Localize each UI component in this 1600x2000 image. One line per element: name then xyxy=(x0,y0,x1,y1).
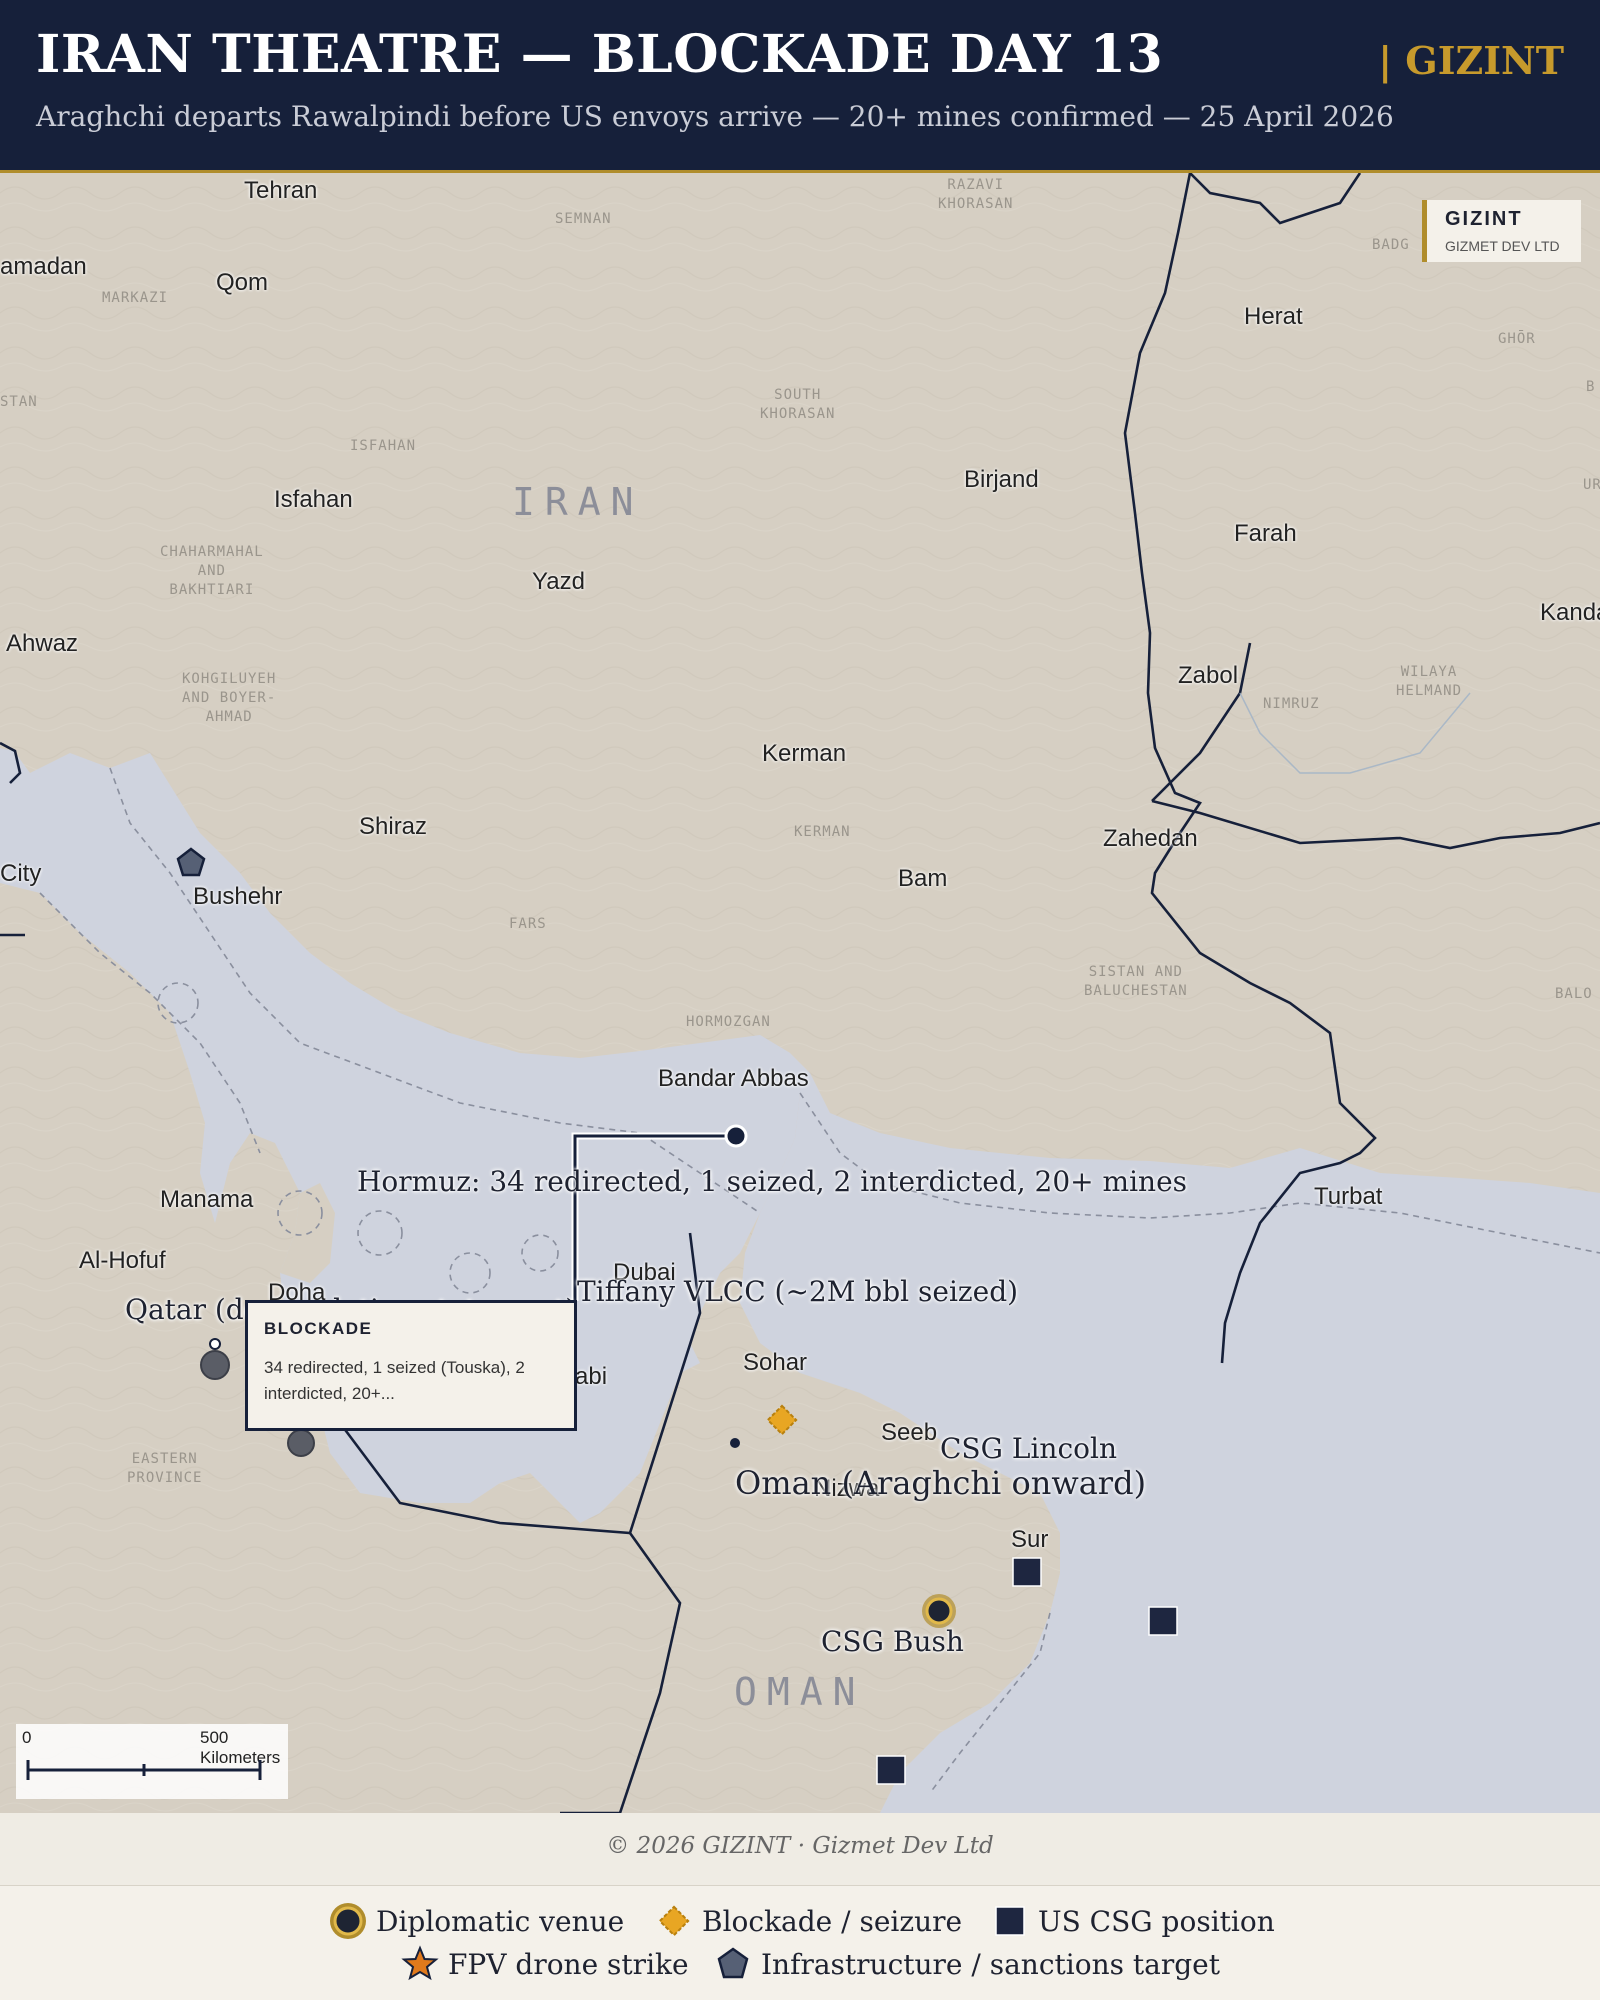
city-label: Qom xyxy=(216,269,269,296)
csg-lincoln-annotation: CSG Lincoln xyxy=(940,1432,1117,1465)
region-label: GHŌR xyxy=(1498,331,1536,347)
city-label: amadan xyxy=(0,253,87,280)
city-label: Manama xyxy=(160,1186,254,1213)
region-label: CHAHARMAHAL AND BAKHTIARI xyxy=(160,544,264,598)
city-label: Al-Hofuf xyxy=(79,1247,166,1274)
region-label: EASTERN PROVINCE xyxy=(127,1451,203,1486)
region-label: SISTAN AND BALUCHESTAN xyxy=(1084,964,1188,999)
region-label: WILAYA HELMAND xyxy=(1396,664,1463,699)
city-label: Bam xyxy=(898,865,948,892)
city-label: Shiraz xyxy=(359,813,428,840)
legend-label: FPV drone strike xyxy=(448,1947,689,1981)
legend: Diplomatic venue Blockade / seizure US C… xyxy=(0,1886,1600,2000)
legend-item-diplomatic: Diplomatic venue xyxy=(326,1901,624,1941)
popup-title: BLOCKADE xyxy=(264,1319,373,1338)
country-label-oman: OMAN xyxy=(734,1670,866,1714)
diplomatic-venue-icon xyxy=(925,1597,953,1625)
city-label: Sohar xyxy=(743,1349,808,1376)
city-label: Bushehr xyxy=(193,883,283,910)
region-label: STAN xyxy=(0,394,38,410)
city-label: Kanda xyxy=(1540,599,1600,626)
blockade-diamond-icon xyxy=(652,1901,696,1941)
blockade-popup[interactable]: BLOCKADE 34 redirected, 1 seized (Touska… xyxy=(245,1300,577,1431)
city-label: Ahwaz xyxy=(6,630,79,657)
country-label-iran: IRAN xyxy=(512,480,644,524)
csg-bush-square-icon xyxy=(876,1755,906,1785)
csg-square-icon xyxy=(1012,1557,1042,1587)
legend-label: US CSG position xyxy=(1038,1904,1275,1938)
page-subtitle: Araghchi departs Rawalpindi before US en… xyxy=(36,100,1394,133)
header-bar: IRAN THEATRE — BLOCKADE DAY 13 Araghchi … xyxy=(0,0,1600,173)
region-label: KERMAN xyxy=(794,824,851,840)
map-canvas[interactable]: RAZAVI KHORASAN SEMNAN MARKAZI BADG GHŌR … xyxy=(0,173,1600,1813)
legend-item-blockade: Blockade / seizure xyxy=(652,1901,962,1941)
map-brand-box: GIZINT GIZMET DEV LTD xyxy=(1422,200,1581,262)
popup-text: 34 redirected, 1 seized (Touska), 2 inte… xyxy=(264,1358,525,1403)
legend-item-drone: FPV drone strike xyxy=(398,1944,689,1984)
scale-bar: 0 500 Kilometers xyxy=(16,1724,288,1799)
city-label: Birjand xyxy=(964,466,1039,493)
region-label: SOUTH KHORASAN xyxy=(760,387,836,422)
city-label: Zabol xyxy=(1178,662,1239,689)
city-label: Bandar Abbas xyxy=(658,1065,809,1092)
legend-item-infrastructure: Infrastructure / sanctions target xyxy=(711,1944,1220,1984)
region-label: RAZAVI KHORASAN xyxy=(938,177,1014,212)
city-label: Isfahan xyxy=(274,486,353,513)
city-label: Tehran xyxy=(244,177,318,204)
doha-marker-icon xyxy=(287,1429,315,1457)
region-label: UR xyxy=(1583,477,1600,493)
manama-marker-icon xyxy=(200,1350,230,1380)
city-label: Yazd xyxy=(532,568,585,595)
header-brand: | GIZINT xyxy=(1378,38,1564,83)
tiffany-annotation: Tiffany VLCC (~2M bbl seized) xyxy=(577,1275,1019,1308)
city-label: Turbat xyxy=(1314,1183,1383,1210)
csg-lincoln-square-icon xyxy=(1148,1606,1178,1636)
csg-bush-annotation: CSG Bush xyxy=(821,1625,964,1658)
region-label: ISFAHAN xyxy=(350,438,417,454)
footer: © 2026 GIZINT · Gizmet Dev Ltd xyxy=(0,1813,1600,1886)
city-label: City xyxy=(0,860,42,887)
region-label: FARS xyxy=(509,916,547,932)
legend-item-csg: US CSG position xyxy=(988,1901,1275,1941)
diplomatic-venue-icon xyxy=(326,1901,370,1941)
city-label: Seeb xyxy=(881,1419,938,1446)
map-brand-name: GIZINT xyxy=(1445,208,1523,230)
page-title: IRAN THEATRE — BLOCKADE DAY 13 xyxy=(36,24,1164,85)
csg-square-icon xyxy=(988,1901,1032,1941)
manama-minor-icon xyxy=(209,1338,221,1350)
drone-star-icon xyxy=(398,1944,442,1984)
region-label: KOHGILUYEH AND BOYER- AHMAD xyxy=(182,671,277,725)
map-brand-sub: GIZMET DEV LTD xyxy=(1445,238,1560,254)
region-label: MARKAZI xyxy=(102,290,169,306)
region-label: HORMOZGAN xyxy=(686,1014,771,1030)
oman-annotation: Oman (Araghchi onward) xyxy=(735,1464,1147,1502)
legend-label: Infrastructure / sanctions target xyxy=(761,1947,1220,1981)
hormuz-point-icon xyxy=(724,1124,748,1148)
region-label: NIMRUZ xyxy=(1263,696,1320,712)
infrastructure-pentagon-icon xyxy=(711,1944,755,1984)
scale-ruler xyxy=(26,1760,262,1780)
copyright: © 2026 GIZINT · Gizmet Dev Ltd xyxy=(606,1833,994,1859)
region-label: SEMNAN xyxy=(555,211,612,227)
region-label: B xyxy=(1586,379,1596,395)
region-label: BADG xyxy=(1372,237,1410,253)
city-label: Zahedan xyxy=(1103,825,1198,852)
hormuz-annotation: Hormuz: 34 redirected, 1 seized, 2 inter… xyxy=(357,1165,1188,1198)
region-label: BALO xyxy=(1555,986,1593,1002)
city-label: Kerman xyxy=(762,740,847,767)
legend-label: Diplomatic venue xyxy=(376,1904,625,1938)
city-label: Sur xyxy=(1011,1526,1049,1553)
dubai-dot-icon xyxy=(730,1438,740,1448)
legend-label: Blockade / seizure xyxy=(702,1904,963,1938)
city-label: Herat xyxy=(1244,303,1303,330)
city-label: Farah xyxy=(1234,520,1297,547)
